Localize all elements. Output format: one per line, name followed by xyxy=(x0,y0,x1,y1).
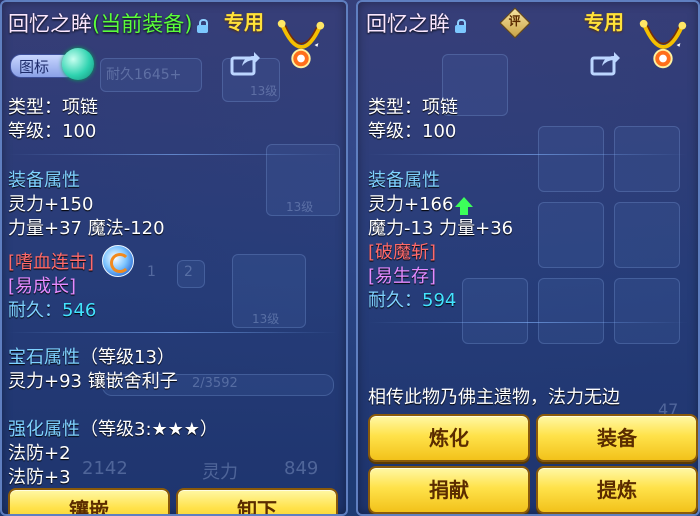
evaluate-label: 评 xyxy=(508,14,521,29)
divider xyxy=(8,154,338,155)
attr-line-1: 灵力+166 xyxy=(368,194,474,216)
ghost-text: 1 xyxy=(147,264,156,280)
compare-item-panel: 47 回忆之眸 专用 类型：项链 等级：100 装备属性 灵力+166 魔力-1… xyxy=(356,0,700,516)
enhance-header: 强化属性 xyxy=(8,419,80,440)
ghost-slot xyxy=(462,278,528,344)
item-title-row: 回忆之眸 xyxy=(366,8,466,38)
ghost-text: 13级 xyxy=(250,84,278,98)
equip-button[interactable]: 装备 xyxy=(536,414,698,462)
ghost-slot xyxy=(614,126,680,192)
toggle-knob[interactable] xyxy=(62,48,94,80)
durability-label: 耐久： xyxy=(368,290,422,311)
attr-line-1-text: 灵力+166 xyxy=(368,194,454,215)
skill-easy-survive: [易生存] xyxy=(368,266,437,287)
purify-button[interactable]: 提炼 xyxy=(536,466,698,514)
item-title-row: 回忆之眸(当前装备) xyxy=(8,8,209,38)
durability-row: 耐久：594 xyxy=(368,290,456,312)
item-type: 类型：项链 xyxy=(8,97,98,118)
ghost-text: 灵力 xyxy=(202,462,238,483)
icon-toggle[interactable]: 图标 xyxy=(10,48,94,80)
ghost-slot xyxy=(538,278,604,344)
item-type: 类型：项链 xyxy=(368,97,458,118)
lock-icon[interactable] xyxy=(197,18,209,33)
current-equipment-panel: 耐久1645+ 13级 13级 13级 2 1 2/3592 2142 灵力 8… xyxy=(0,0,348,516)
item-level: 等级：100 xyxy=(368,121,457,142)
item-description: 相传此物乃佛主遗物，法力无边 xyxy=(368,387,620,408)
divider xyxy=(368,322,688,323)
necklace-icon xyxy=(639,19,687,69)
gem-line: 灵力+93 镶嵌舍利子 xyxy=(8,371,178,392)
gem-header-row: 宝石属性（等级13） xyxy=(8,347,175,369)
equip-attr-header: 装备属性 xyxy=(8,170,80,191)
exclusive-label: 专用 xyxy=(224,10,264,34)
attr-line-1: 灵力+150 xyxy=(8,194,94,215)
equip-attr-header: 装备属性 xyxy=(368,170,440,191)
item-level: 等级：100 xyxy=(8,121,97,142)
ghost-slot xyxy=(538,202,604,268)
ghost-text: 耐久1645+ xyxy=(106,67,182,83)
necklace-icon xyxy=(277,19,325,69)
divider xyxy=(8,332,338,333)
gem-level: （等级13） xyxy=(80,347,175,368)
unequip-button[interactable]: 卸下 xyxy=(176,488,338,514)
item-title: 回忆之眸(当前装备) xyxy=(8,12,193,36)
skill-easy-growth: [易成长] xyxy=(8,276,77,297)
exclusive-label: 专用 xyxy=(584,10,624,34)
durability-row: 耐久：546 xyxy=(8,300,96,322)
enhance-level: （等级3:★★★） xyxy=(80,419,218,440)
item-title: 回忆之眸 xyxy=(366,12,450,36)
inlay-button[interactable]: 镶嵌 xyxy=(8,488,170,514)
enhance-header-row: 强化属性（等级3:★★★） xyxy=(8,419,218,441)
attr-line-2: 力量+37 魔法-120 xyxy=(8,218,165,239)
lock-icon[interactable] xyxy=(455,18,466,33)
ghost-text: 2 xyxy=(184,264,193,280)
attr-line-2: 魔力-13 力量+36 xyxy=(368,218,514,239)
durability-value: 594 xyxy=(422,290,457,311)
gem-header: 宝石属性 xyxy=(8,347,80,368)
icon-toggle-label: 图标 xyxy=(19,58,50,76)
durability-label: 耐久： xyxy=(8,300,62,321)
refine-button[interactable]: 炼化 xyxy=(368,414,530,462)
skill-refresh-icon[interactable] xyxy=(102,245,134,277)
ghost-text: 2/3592 xyxy=(192,376,238,391)
skill-demon-slash: [破魔斩] xyxy=(368,242,437,263)
ghost-text: 13级 xyxy=(286,200,314,214)
divider xyxy=(368,154,688,155)
ghost-slot xyxy=(538,126,604,192)
enhance-line-2: 法防+3 xyxy=(8,467,71,488)
ghost-text: 849 xyxy=(284,458,319,479)
skill-bloodthirst: [嗜血连击] xyxy=(8,252,95,273)
ghost-text: 2142 xyxy=(82,458,128,479)
share-icon[interactable] xyxy=(590,50,620,76)
ghost-text: 13级 xyxy=(252,312,280,326)
ghost-slot xyxy=(614,202,680,268)
donate-button[interactable]: 捐献 xyxy=(368,466,530,514)
durability-value: 546 xyxy=(62,300,97,321)
enhance-line-1: 法防+2 xyxy=(8,443,71,464)
upgrade-arrow-icon xyxy=(455,197,474,215)
ghost-slot xyxy=(614,278,680,344)
share-icon[interactable] xyxy=(230,50,260,76)
equipped-tag: (当前装备) xyxy=(92,12,193,36)
